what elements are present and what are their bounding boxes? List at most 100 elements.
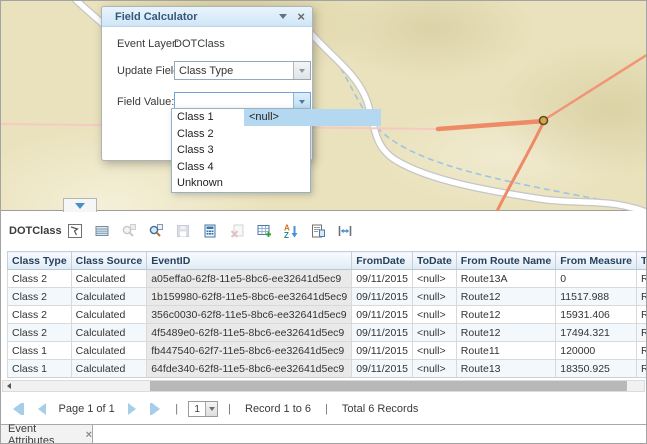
cell[interactable]: 17494.321	[556, 324, 637, 342]
cell[interactable]: Class 2	[8, 306, 72, 324]
dropdown-option[interactable]: Class 4	[172, 159, 310, 176]
dropdown-option[interactable]: Class 2	[172, 126, 310, 143]
column-header[interactable]: FromDate	[352, 252, 413, 270]
table-row[interactable]: Class 2Calculated1b159980-62f8-11e5-8bc6…	[8, 288, 647, 306]
close-icon[interactable]: ×	[297, 11, 305, 23]
cell[interactable]: fb447540-62f7-11e5-8bc6-ee32641d5ec9	[147, 342, 352, 360]
cell[interactable]: 1b159980-62f8-11e5-8bc6-ee32641d5ec9	[147, 288, 352, 306]
cell[interactable]: Calculated	[71, 360, 147, 378]
cell[interactable]: <null>	[412, 324, 456, 342]
pan-to-selection-icon[interactable]	[148, 223, 164, 239]
table-row[interactable]: Class 2Calculateda05effa0-62f8-11e5-8bc6…	[8, 270, 647, 288]
map[interactable]	[1, 1, 646, 211]
save-icon[interactable]	[175, 223, 191, 239]
last-page-button[interactable]	[150, 403, 161, 415]
cell[interactable]: Class 2	[8, 288, 72, 306]
cell[interactable]: a05effa0-62f8-11e5-8bc6-ee32641d5ec9	[147, 270, 352, 288]
table-row[interactable]: Class 1Calculated64fde340-62f8-11e5-8bc6…	[8, 360, 647, 378]
update-field-select[interactable]: Class Type	[174, 61, 311, 80]
cell[interactable]: 09/11/2015	[352, 360, 413, 378]
cell[interactable]: 120000	[556, 342, 637, 360]
cell[interactable]: 11517.988	[556, 288, 637, 306]
cell[interactable]: Class 1	[8, 342, 72, 360]
dropdown-option[interactable]: Class 3	[172, 142, 310, 159]
cell[interactable]: 09/11/2015	[352, 324, 413, 342]
select-records-icon[interactable]	[67, 223, 83, 239]
first-page-button[interactable]	[13, 403, 24, 415]
tab-event-attributes[interactable]: Event Attributes ×	[1, 425, 93, 444]
dropdown-button[interactable]	[293, 62, 310, 79]
cell[interactable]: <null>	[412, 270, 456, 288]
field-calculator-titlebar[interactable]: Field Calculator ×	[102, 7, 312, 27]
bottom-tab-bar: Event Attributes ×	[1, 424, 646, 444]
cell[interactable]: 4f5489e0-62f8-11e5-8bc6-ee32641d5ec9	[147, 324, 352, 342]
cell[interactable]: Route13A	[637, 270, 646, 288]
cell[interactable]: <null>	[412, 288, 456, 306]
cell[interactable]: <null>	[412, 360, 456, 378]
dropdown-option[interactable]: <null>	[244, 109, 381, 126]
fit-column-width-icon[interactable]	[337, 223, 353, 239]
next-page-button[interactable]	[128, 403, 136, 415]
column-header[interactable]: From Measure	[556, 252, 637, 270]
cell[interactable]: Route13	[637, 324, 646, 342]
cell[interactable]: 0	[556, 270, 637, 288]
cell[interactable]: Route13	[456, 360, 555, 378]
copy-icon[interactable]	[310, 223, 326, 239]
cell[interactable]: Class 2	[8, 270, 72, 288]
cell[interactable]: 09/11/2015	[352, 306, 413, 324]
delete-selected-icon[interactable]	[229, 223, 245, 239]
cell[interactable]: Route12	[456, 288, 555, 306]
cell[interactable]: Calculated	[71, 324, 147, 342]
dropdown-option[interactable]: Unknown	[172, 175, 310, 192]
switch-table-view-icon[interactable]	[94, 223, 110, 239]
panel-collapse-tab[interactable]	[63, 198, 97, 212]
field-calculator-icon[interactable]	[202, 223, 218, 239]
cell[interactable]: 64fde340-62f8-11e5-8bc6-ee32641d5ec9	[147, 360, 352, 378]
column-header[interactable]: Class Type	[8, 252, 72, 270]
dropdown-button[interactable]	[205, 402, 217, 416]
cell[interactable]: 09/11/2015	[352, 270, 413, 288]
column-header[interactable]: EventID	[147, 252, 352, 270]
cell[interactable]: Route12	[637, 306, 646, 324]
horizontal-scrollbar[interactable]	[2, 380, 645, 392]
cell[interactable]: Route12	[456, 324, 555, 342]
page-number-select[interactable]: 1	[188, 401, 218, 417]
cell[interactable]: Route13A	[456, 270, 555, 288]
column-header[interactable]: To Route Name	[637, 252, 646, 270]
tab-close-icon[interactable]: ×	[86, 429, 92, 441]
map-junction-marker[interactable]	[540, 117, 548, 125]
collapse-dialog-icon[interactable]	[279, 14, 287, 19]
cell[interactable]: Route13	[637, 360, 646, 378]
cell[interactable]: Route12	[637, 342, 646, 360]
cell[interactable]: 15931.406	[556, 306, 637, 324]
sort-icon[interactable]: AZ	[283, 223, 299, 239]
cell[interactable]: 18350.925	[556, 360, 637, 378]
cell[interactable]: Route12	[637, 288, 646, 306]
column-header[interactable]: From Route Name	[456, 252, 555, 270]
cell[interactable]: 09/11/2015	[352, 342, 413, 360]
cell[interactable]: Route12	[456, 306, 555, 324]
cell[interactable]: Class 1	[8, 360, 72, 378]
previous-page-button[interactable]	[38, 403, 46, 415]
table-row[interactable]: Class 2Calculated4f5489e0-62f8-11e5-8bc6…	[8, 324, 647, 342]
cell[interactable]: Route11	[456, 342, 555, 360]
cell[interactable]: <null>	[412, 342, 456, 360]
column-header[interactable]: Class Source	[71, 252, 147, 270]
cell[interactable]: 356c0030-62f8-11e5-8bc6-ee32641d5ec9	[147, 306, 352, 324]
field-value-dropdown-list: <null>Class 1Class 2Class 3Class 4Unknow…	[171, 108, 311, 193]
zoom-to-selection-icon[interactable]	[121, 223, 137, 239]
cell[interactable]: Calculated	[71, 288, 147, 306]
table-row[interactable]: Class 1Calculatedfb447540-62f7-11e5-8bc6…	[8, 342, 647, 360]
append-records-icon[interactable]	[256, 223, 272, 239]
column-header[interactable]: ToDate	[412, 252, 456, 270]
cell[interactable]: <null>	[412, 306, 456, 324]
cell[interactable]: Calculated	[71, 270, 147, 288]
scrollbar-thumb[interactable]	[150, 381, 627, 391]
table-row[interactable]: Class 2Calculated356c0030-62f8-11e5-8bc6…	[8, 306, 647, 324]
cell[interactable]: Class 2	[8, 324, 72, 342]
cell[interactable]: Calculated	[71, 306, 147, 324]
cell[interactable]: Calculated	[71, 342, 147, 360]
scroll-left-arrow-icon[interactable]	[3, 381, 15, 391]
cell[interactable]: 09/11/2015	[352, 288, 413, 306]
chevron-down-icon	[209, 407, 215, 411]
